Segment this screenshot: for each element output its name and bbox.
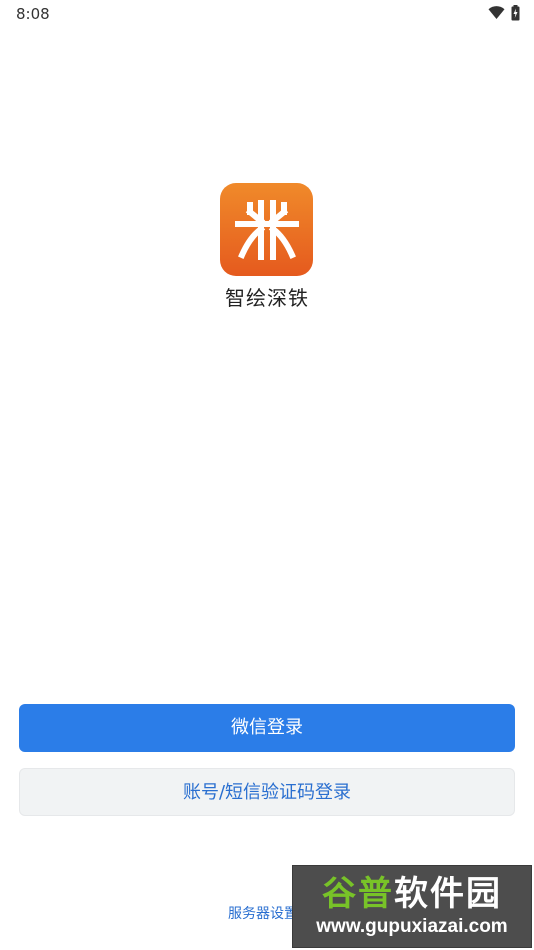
wechat-login-button[interactable]: 微信登录 [19, 704, 515, 752]
status-icons [488, 5, 520, 21]
status-bar: 8:08 [0, 0, 534, 28]
status-time: 8:08 [16, 5, 50, 23]
watermark: 谷普软件园 www.gupuxiazai.com [292, 865, 532, 948]
watermark-title-prefix: 谷普 [322, 873, 394, 914]
app-logo [220, 183, 313, 276]
app-name: 智绘深铁 [225, 286, 309, 310]
account-sms-login-button[interactable]: 账号/短信验证码登录 [19, 768, 515, 816]
server-settings-link[interactable]: 服务器设置 [228, 903, 298, 923]
battery-charging-icon [511, 5, 520, 21]
watermark-url: www.gupuxiazai.com [316, 915, 508, 937]
shenzhen-metro-logo-icon [234, 199, 299, 260]
watermark-title-suffix: 软件园 [394, 873, 502, 914]
wifi-icon [488, 6, 505, 19]
watermark-title: 谷普软件园 [322, 874, 502, 914]
